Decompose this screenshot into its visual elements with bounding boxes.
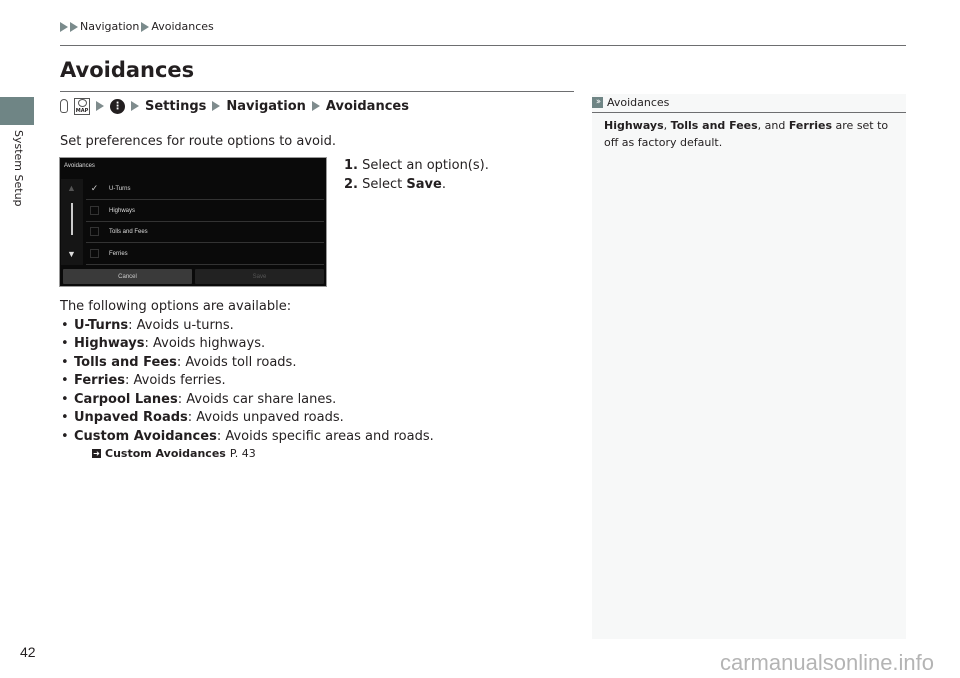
note-header: ›› Avoidances bbox=[592, 96, 669, 109]
step-number: 1. bbox=[344, 158, 358, 173]
note-title: Avoidances bbox=[607, 96, 670, 109]
note-double-chevron-icon: ›› bbox=[592, 97, 603, 108]
option-highways[interactable]: Highways bbox=[86, 200, 324, 222]
intro-text: Set preferences for route options to avo… bbox=[60, 134, 337, 149]
breadcrumb-item-avoidances[interactable]: Avoidances bbox=[151, 20, 213, 33]
item-term: Highways bbox=[74, 336, 145, 351]
section-label: System Setup bbox=[12, 130, 25, 207]
breadcrumb: Navigation Avoidances bbox=[60, 20, 214, 33]
item-term: Ferries bbox=[74, 373, 126, 388]
item-term: Carpool Lanes bbox=[74, 391, 178, 407]
reference-arrow-icon: ➜ bbox=[92, 449, 101, 458]
map-button-icon: MAP bbox=[74, 97, 90, 115]
checkbox-icon[interactable] bbox=[90, 206, 99, 215]
note-divider bbox=[592, 112, 906, 113]
available-heading: The following options are available: bbox=[60, 299, 292, 314]
item-desc: : Avoids ferries. bbox=[125, 373, 226, 388]
item-desc: : Avoids car share lanes. bbox=[177, 391, 337, 407]
note-term: Ferries bbox=[788, 119, 833, 132]
option-ferries[interactable]: Ferries bbox=[86, 243, 324, 265]
scroll-up-icon[interactable]: ▲ bbox=[67, 183, 76, 193]
option-label: Highways bbox=[109, 207, 136, 214]
path-arrow-icon bbox=[311, 101, 320, 111]
item-term: Unpaved Roads bbox=[74, 410, 188, 425]
list-item: Unpaved Roads: Avoids unpaved roads. bbox=[60, 409, 434, 428]
step-1: 1. Select an option(s). bbox=[344, 156, 489, 175]
breadcrumb-item-navigation[interactable]: Navigation bbox=[80, 20, 139, 33]
checkbox-icon[interactable] bbox=[90, 249, 99, 258]
list-item: Carpool Lanes: Avoids car share lanes. bbox=[60, 391, 434, 410]
page-number: 42 bbox=[20, 644, 36, 660]
note-text: , bbox=[663, 119, 671, 132]
note-term: Tolls and Fees bbox=[670, 119, 758, 132]
step-2: 2. Select Save. bbox=[344, 175, 489, 194]
page-title: Avoidances bbox=[60, 58, 195, 82]
step-number: 2. bbox=[344, 177, 358, 192]
item-desc: : Avoids toll roads. bbox=[176, 354, 297, 370]
note-text: , and bbox=[757, 119, 789, 132]
option-label: Tolls and Fees bbox=[109, 228, 148, 235]
path-arrow-icon bbox=[131, 101, 139, 111]
section-tab bbox=[0, 97, 34, 125]
item-desc: : Avoids highways. bbox=[144, 336, 266, 351]
breadcrumb-arrow-icon bbox=[70, 21, 78, 32]
item-desc: : Avoids specific areas and roads. bbox=[216, 428, 434, 444]
item-term: Tolls and Fees bbox=[74, 354, 177, 370]
save-button[interactable]: Save bbox=[195, 269, 324, 284]
step-text: Select bbox=[362, 177, 407, 192]
checkbox-icon[interactable] bbox=[90, 227, 99, 236]
step-bold-term: Save bbox=[406, 177, 442, 192]
title-divider bbox=[60, 91, 574, 92]
scrollbar[interactable] bbox=[71, 203, 73, 235]
item-term: U-Turns bbox=[74, 317, 129, 333]
menu-path: MAP ⋮ Settings Navigation Avoidances bbox=[60, 96, 409, 116]
item-desc: : Avoids unpaved roads. bbox=[187, 410, 344, 425]
item-term: Custom Avoidances bbox=[74, 428, 217, 444]
screen-title: Avoidances bbox=[64, 163, 95, 169]
path-item-settings: Settings bbox=[145, 98, 207, 114]
option-u-turns[interactable]: ✓ U-Turns bbox=[86, 178, 324, 200]
option-label: Ferries bbox=[109, 250, 128, 257]
item-desc: : Avoids u-turns. bbox=[128, 317, 234, 333]
available-options: The following options are available: U-T… bbox=[60, 298, 434, 446]
path-arrow-icon bbox=[212, 101, 221, 111]
scroll-down-icon[interactable]: ▼ bbox=[67, 249, 76, 259]
menu-icon: ⋮ bbox=[110, 98, 125, 114]
step-text: Select an option(s). bbox=[362, 158, 489, 173]
cancel-button[interactable]: Cancel bbox=[63, 269, 192, 284]
path-arrow-icon bbox=[96, 101, 104, 111]
note-body: Highways, Tolls and Fees, and Ferries ar… bbox=[604, 117, 899, 151]
path-item-avoidances: Avoidances bbox=[325, 98, 409, 114]
option-label: U-Turns bbox=[109, 185, 131, 192]
step-suffix: . bbox=[441, 177, 446, 192]
xref-label[interactable]: Custom Avoidances bbox=[105, 447, 226, 460]
scroll-column: ▲ ▼ bbox=[61, 179, 83, 265]
xref-page[interactable]: P. 43 bbox=[230, 447, 256, 460]
list-item: Tolls and Fees: Avoids toll roads. bbox=[60, 354, 434, 373]
breadcrumb-arrow-icon bbox=[141, 21, 150, 32]
avoidances-screenshot: Avoidances ▲ ▼ ✓ U-Turns Highways Tolls … bbox=[59, 157, 327, 287]
list-item: Custom Avoidances: Avoids specific areas… bbox=[60, 428, 434, 447]
home-icon bbox=[60, 99, 68, 113]
note-term: Highways bbox=[604, 119, 664, 132]
list-item: Highways: Avoids highways. bbox=[60, 335, 434, 354]
option-tolls-and-fees[interactable]: Tolls and Fees bbox=[86, 221, 324, 243]
steps-list: 1. Select an option(s). 2. Select Save. bbox=[344, 156, 489, 194]
breadcrumb-arrow-icon bbox=[60, 21, 68, 32]
header-divider bbox=[60, 45, 906, 46]
side-note: ›› Avoidances Highways, Tolls and Fees, … bbox=[592, 94, 906, 639]
checkbox-checked-icon[interactable]: ✓ bbox=[90, 183, 99, 193]
cross-reference-link[interactable]: ➜ Custom Avoidances P. 43 bbox=[92, 447, 256, 460]
watermark: carmanualsonline.info bbox=[720, 650, 935, 675]
list-item: Ferries: Avoids ferries. bbox=[60, 372, 434, 391]
list-item: U-Turns: Avoids u-turns. bbox=[60, 317, 434, 336]
path-item-navigation: Navigation bbox=[226, 98, 306, 114]
